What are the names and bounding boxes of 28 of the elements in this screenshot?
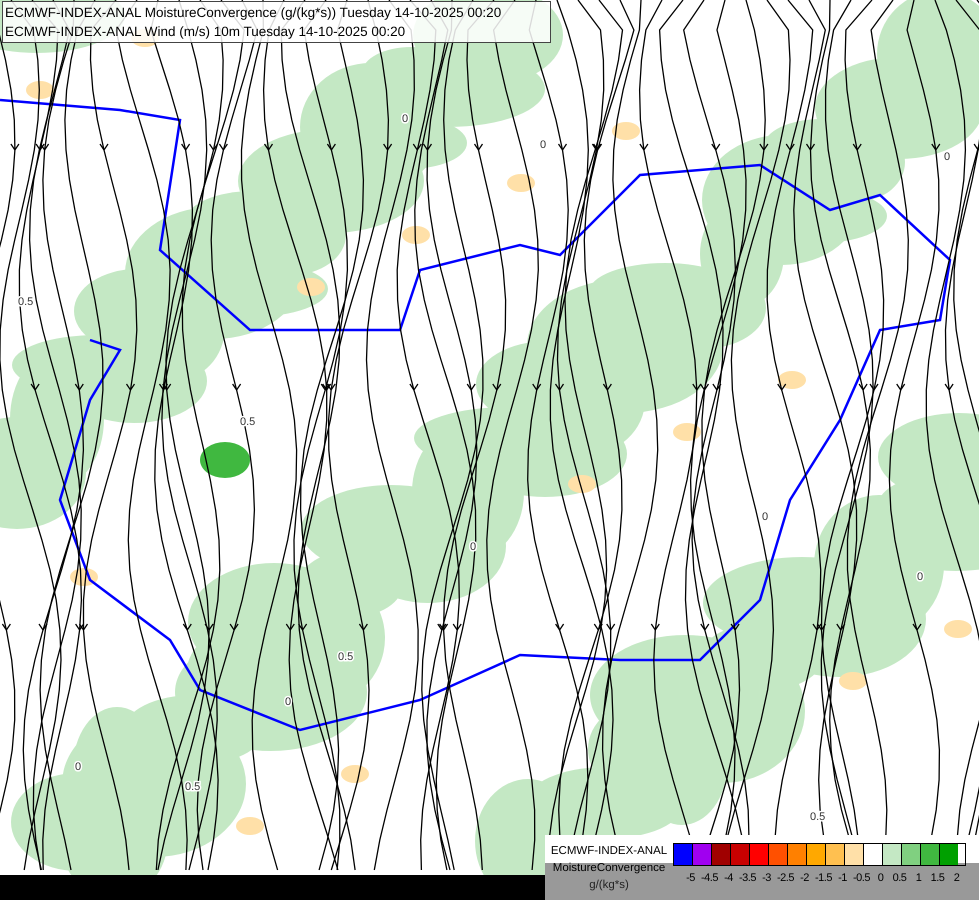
scale-label: 1 (914, 871, 922, 884)
scale-label: -3 (761, 871, 772, 884)
map-title: ECMWF-INDEX-ANAL MoistureConvergence (g/(kg*s)) Tuesday 14-10-2025 00:20 (5, 4, 502, 22)
scale-label: -4 (723, 871, 734, 884)
contour-label: 0 (540, 139, 546, 151)
contour-label: 0 (75, 761, 82, 773)
legend-unit: g/(kg*s) (589, 878, 629, 893)
contour-label: 0 (402, 113, 408, 125)
scale-label: -4.5 (700, 871, 719, 884)
map-title: ECMWF-INDEX-ANAL Wind (m/s) 10m Tuesday 14-10-2025 00:20 (5, 23, 406, 41)
scale-label: -1 (837, 871, 848, 884)
scale-label: -2.5 (776, 871, 795, 884)
scale-label: -2 (799, 871, 810, 884)
legend-title: MoistureConvergence (552, 861, 666, 876)
scale-label: 1.5 (930, 871, 946, 884)
scale-label: 0.5 (892, 871, 908, 884)
contour-label: 0 (285, 696, 292, 708)
scale-label: -0.5 (852, 871, 871, 884)
scale-label: 2 (952, 871, 960, 884)
scale-label: -5 (685, 871, 696, 884)
contour-label: 0 (917, 571, 924, 583)
scale-label: -3.5 (738, 871, 757, 884)
scale-label: -1.5 (814, 871, 833, 884)
contour-label: 0 (944, 151, 950, 163)
contour-label: 0.5 (338, 651, 354, 663)
contour-label: 0 (762, 511, 768, 523)
legend-title: ECMWF-INDEX-ANAL (550, 844, 668, 859)
scale-label: 0 (876, 871, 884, 884)
